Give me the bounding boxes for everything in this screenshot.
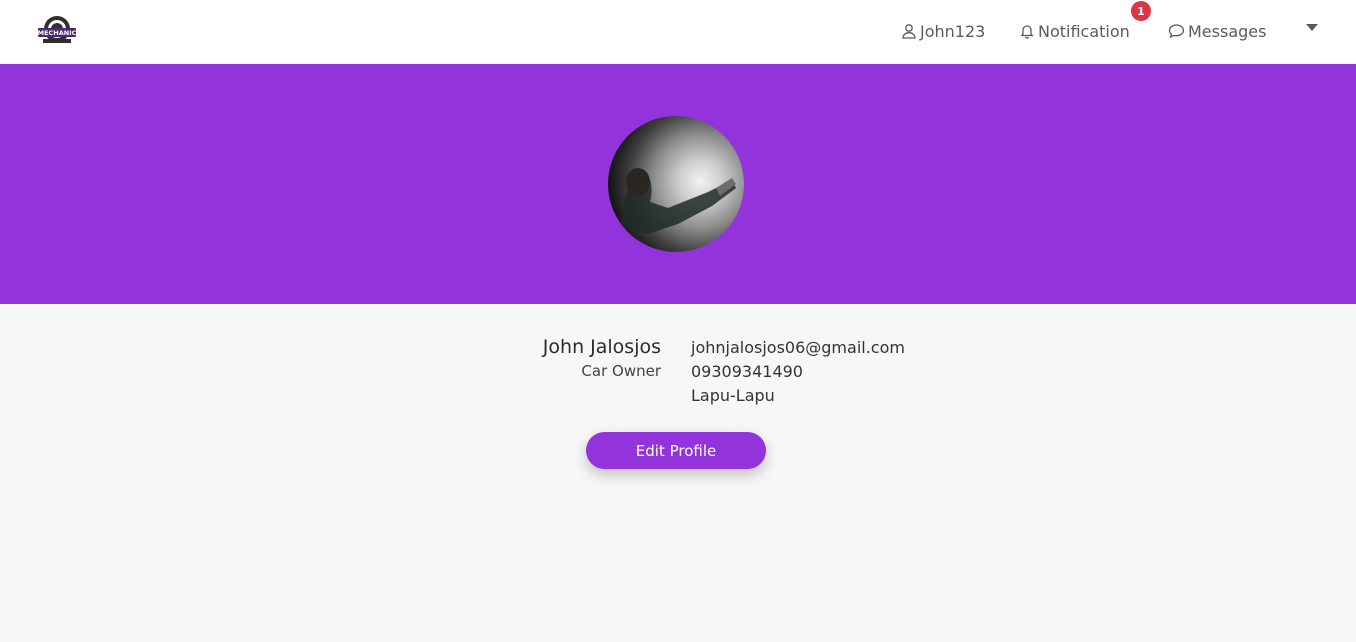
bell-icon: [1020, 25, 1034, 39]
nav-messages-label: Messages: [1188, 21, 1267, 41]
profile-avatar: [608, 116, 744, 252]
navbar: MECHANIC John123 Notification 1 Messages: [0, 0, 1356, 64]
profile-role: Car Owner: [581, 362, 661, 380]
nav-notification-label: Notification: [1038, 21, 1130, 41]
profile-email: johnjalosjos06@gmail.com: [691, 338, 905, 357]
nav-messages-link[interactable]: Messages: [1168, 20, 1266, 42]
nav-username: John123: [920, 21, 986, 41]
chat-bubble-icon: [1168, 24, 1185, 39]
profile-phone: 09309341490: [691, 362, 803, 381]
notification-count-badge: 1: [1131, 1, 1151, 21]
profile-name: John Jalosjos: [542, 336, 661, 358]
edit-profile-button[interactable]: Edit Profile: [586, 432, 766, 469]
profile-city: Lapu-Lapu: [691, 386, 775, 405]
dropdown-caret-icon[interactable]: [1306, 24, 1318, 31]
nav-notification-link[interactable]: Notification: [1019, 20, 1130, 42]
nav-user-link[interactable]: John123: [901, 20, 985, 42]
mechanic-logo[interactable]: MECHANIC: [37, 13, 77, 49]
svg-text:MECHANIC: MECHANIC: [38, 29, 77, 37]
user-icon: [902, 24, 916, 39]
